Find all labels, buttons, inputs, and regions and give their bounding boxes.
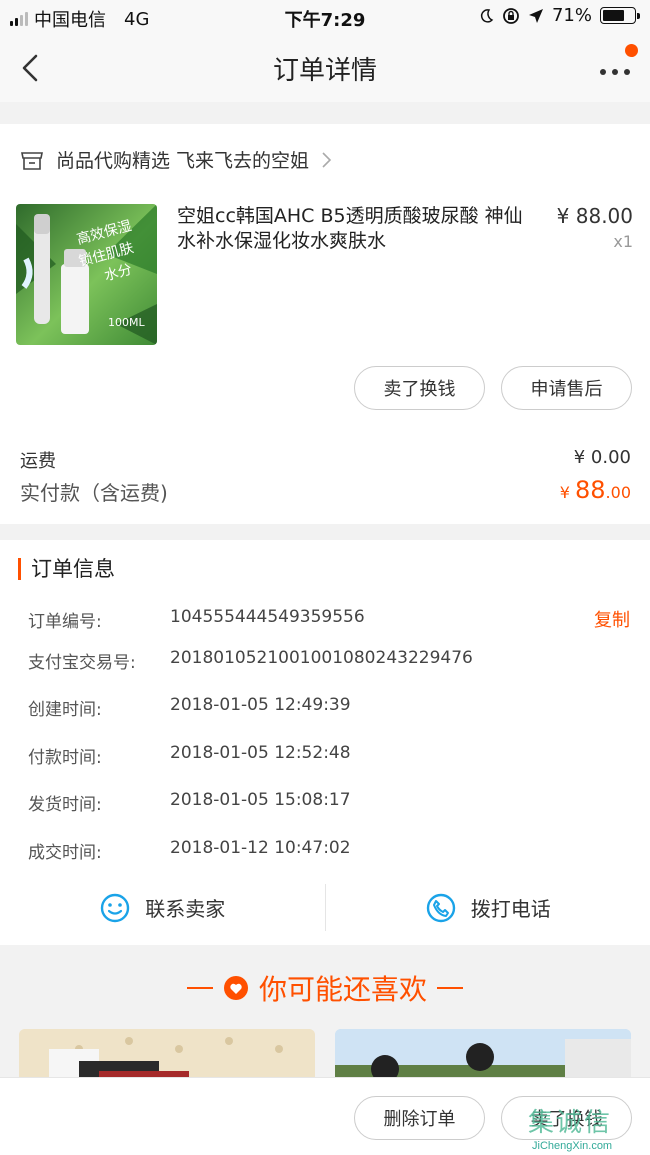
watermark-chars: 集诚信 bbox=[528, 1108, 613, 1138]
sell-for-cash-button[interactable]: 卖了换钱 bbox=[354, 366, 485, 410]
info-value: 104555444549359556 bbox=[170, 607, 365, 627]
order-info-title: 订单信息 bbox=[18, 558, 115, 580]
delete-order-button[interactable]: 删除订单 bbox=[354, 1096, 485, 1140]
info-label: 成交时间: bbox=[28, 843, 102, 863]
shop-name: 尚品代购精选 飞来飞去的空姐 bbox=[56, 150, 310, 172]
battery-icon bbox=[600, 7, 640, 24]
info-value: 2018-01-05 15:08:17 bbox=[170, 790, 351, 810]
paid-integer: 88 bbox=[575, 476, 606, 504]
info-value: 2018-01-12 10:47:02 bbox=[170, 838, 351, 858]
recommend-header: 你可能还喜欢 bbox=[0, 968, 650, 1008]
product-price: ¥ 88.00 bbox=[556, 204, 633, 228]
info-label: 发货时间: bbox=[28, 795, 102, 815]
info-label: 订单编号: bbox=[28, 612, 102, 632]
call-phone-label: 拨打电话 bbox=[470, 897, 551, 921]
chat-icon bbox=[101, 893, 130, 922]
more-icon[interactable] bbox=[598, 58, 632, 82]
shop-link[interactable]: 尚品代购精选 飞来飞去的空姐 bbox=[20, 146, 333, 173]
info-value: 2018010521001001080243229476 bbox=[170, 648, 473, 668]
shop-icon bbox=[21, 151, 43, 170]
info-value: 2018-01-05 12:52:48 bbox=[170, 743, 351, 763]
decorative-line-left bbox=[186, 987, 213, 989]
heart-icon bbox=[223, 976, 248, 1000]
contact-seller-label: 联系卖家 bbox=[145, 897, 226, 921]
paid-label: 实付款（含运费) bbox=[20, 481, 168, 505]
paid-currency: ¥ bbox=[559, 483, 575, 502]
status-bar: 中国电信 4G 下午7:29 71% bbox=[0, 0, 650, 34]
shipping-label: 运费 bbox=[20, 451, 56, 472]
copy-button[interactable]: 复制 bbox=[594, 606, 630, 632]
watermark-text: JiChengXin.com bbox=[532, 1140, 613, 1152]
chevron-right-icon bbox=[322, 151, 332, 168]
shipping-value: ¥ 0.00 bbox=[573, 447, 631, 468]
product-quantity: x1 bbox=[613, 232, 633, 251]
info-label: 付款时间: bbox=[28, 748, 102, 768]
page-title: 订单详情 bbox=[272, 56, 377, 86]
contact-bar: 联系卖家 拨打电话 bbox=[0, 870, 650, 945]
battery-percent: 71% bbox=[551, 5, 592, 26]
info-value: 2018-01-05 12:49:39 bbox=[170, 695, 351, 715]
moon-icon bbox=[480, 8, 494, 23]
product-image[interactable]: 高效保湿 锁住肌肤 水分 100ML bbox=[16, 204, 157, 345]
paid-decimal: .00 bbox=[605, 483, 631, 502]
decorative-line-right bbox=[437, 987, 463, 989]
location-icon bbox=[528, 8, 543, 23]
phone-icon bbox=[426, 893, 455, 922]
rotation-lock-icon bbox=[503, 7, 519, 24]
notification-dot bbox=[625, 44, 638, 57]
info-label: 支付宝交易号: bbox=[28, 653, 136, 673]
recommend-title: 你可能还喜欢 bbox=[258, 973, 427, 1006]
info-label: 创建时间: bbox=[28, 700, 102, 720]
watermark-logo: 集诚信 JiChengXin.com bbox=[528, 1102, 646, 1154]
navigation-bar: 订单详情 bbox=[0, 34, 650, 102]
call-phone-button[interactable]: 拨打电话 bbox=[326, 870, 650, 945]
paid-amount: ¥ 88.00 bbox=[560, 476, 631, 504]
apply-aftersale-button[interactable]: 申请售后 bbox=[501, 366, 632, 410]
image-caption-4: 100ML bbox=[108, 316, 145, 329]
order-info-card: 订单信息 订单编号: 104555444549359556 复制 支付宝交易号:… bbox=[0, 540, 650, 945]
contact-seller-button[interactable]: 联系卖家 bbox=[0, 870, 325, 945]
order-product-card: 尚品代购精选 飞来飞去的空姐 高效保湿 锁住肌肤 水分 100ML 空姐cc韩国… bbox=[0, 124, 650, 524]
product-title[interactable]: 空姐cc韩国AHC B5透明质酸玻尿酸 神仙水补水保湿化妆水爽肤水 bbox=[177, 204, 537, 254]
